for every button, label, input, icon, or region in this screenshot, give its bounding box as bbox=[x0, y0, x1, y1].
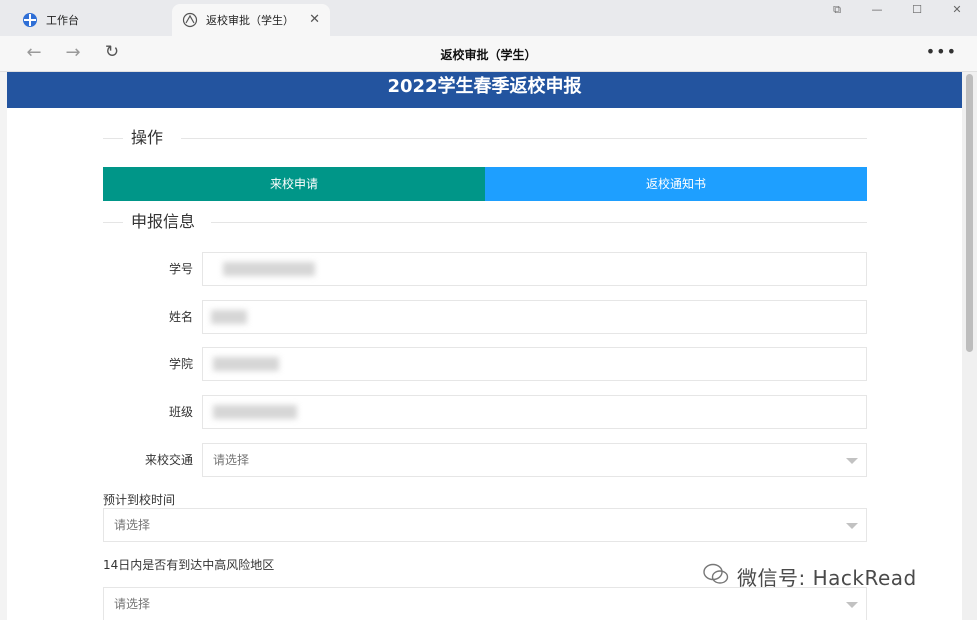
browser-toolbar: ← → ↻ 返校审批（学生） ••• bbox=[0, 36, 977, 72]
class-row: 班级 bbox=[103, 395, 867, 429]
browser-tab-strip: 工作台 返校审批（学生） ✕ ⧉ — ☐ ✕ bbox=[0, 0, 977, 36]
operations-heading: 操作 bbox=[131, 128, 164, 148]
class-label: 班级 bbox=[168, 405, 193, 419]
workbench-icon bbox=[22, 12, 38, 28]
legend-divider bbox=[103, 222, 123, 223]
return-notice-button[interactable]: 返校通知书 bbox=[485, 167, 867, 201]
more-options-icon[interactable]: ••• bbox=[926, 42, 957, 61]
name-label: 姓名 bbox=[168, 310, 193, 324]
risk-area-label: 14日内是否有到达中高风险地区 bbox=[103, 558, 275, 572]
arrival-time-select-value: 请选择 bbox=[114, 518, 151, 532]
window-controls: ⧉ — ☐ ✕ bbox=[817, 0, 977, 20]
transport-label: 来校交通 bbox=[144, 453, 193, 467]
watermark: 微信号: HackRead bbox=[703, 562, 917, 591]
action-buttons: 来校申请 返校通知书 bbox=[103, 167, 867, 201]
arrival-time-label: 预计到校时间 bbox=[103, 493, 176, 507]
info-section-legend: 申报信息 bbox=[103, 212, 867, 232]
tab-label: 工作台 bbox=[46, 14, 79, 27]
chevron-down-icon bbox=[846, 458, 858, 464]
legend-divider bbox=[181, 138, 867, 139]
info-heading: 申报信息 bbox=[131, 212, 196, 232]
college-label: 学院 bbox=[168, 357, 193, 371]
redacted-value bbox=[213, 405, 297, 419]
tab-workbench[interactable]: 工作台 bbox=[8, 4, 168, 36]
scrollbar-thumb[interactable] bbox=[966, 74, 973, 352]
arrival-time-select[interactable]: 请选择 bbox=[103, 508, 867, 542]
redacted-value bbox=[213, 357, 279, 371]
page-title: 返校审批（学生） bbox=[440, 48, 537, 62]
redacted-value bbox=[211, 310, 247, 324]
tab-label: 返校审批（学生） bbox=[206, 14, 294, 27]
transport-select[interactable]: 请选择 bbox=[202, 443, 867, 477]
apply-visit-button[interactable]: 来校申请 bbox=[103, 167, 485, 201]
risk-area-select[interactable]: 请选择 bbox=[103, 587, 867, 620]
operations-section-legend: 操作 bbox=[103, 128, 867, 148]
transport-row: 来校交通 请选择 bbox=[103, 443, 867, 477]
maximize-icon[interactable]: ☐ bbox=[897, 0, 937, 20]
student-id-row: 学号 bbox=[103, 252, 867, 286]
wechat-icon bbox=[703, 563, 729, 590]
legend-divider bbox=[103, 138, 123, 139]
chevron-down-icon bbox=[846, 602, 858, 608]
close-window-icon[interactable]: ✕ bbox=[937, 0, 977, 20]
app-logo-icon bbox=[182, 12, 198, 28]
watermark-text: 微信号: HackRead bbox=[737, 566, 917, 590]
tab-return-approval[interactable]: 返校审批（学生） ✕ bbox=[172, 4, 330, 36]
student-id-field[interactable] bbox=[202, 252, 867, 286]
restore-tab-icon[interactable]: ⧉ bbox=[817, 0, 857, 20]
college-field[interactable] bbox=[202, 347, 867, 381]
name-row: 姓名 bbox=[103, 300, 867, 334]
vertical-scrollbar[interactable] bbox=[962, 72, 977, 620]
banner-title: 2022学生春季返校申报 bbox=[7, 72, 962, 108]
college-row: 学院 bbox=[103, 347, 867, 381]
page-viewport: 2022学生春季返校申报 操作 来校申请 返校通知书 申报信息 学号 姓名 学院… bbox=[7, 72, 962, 620]
risk-area-select-value: 请选择 bbox=[114, 597, 151, 611]
minimize-icon[interactable]: — bbox=[857, 0, 897, 20]
student-id-label: 学号 bbox=[168, 262, 193, 276]
class-field[interactable] bbox=[202, 395, 867, 429]
close-icon[interactable]: ✕ bbox=[309, 12, 320, 27]
chevron-down-icon bbox=[846, 523, 858, 529]
legend-divider bbox=[211, 222, 867, 223]
name-field[interactable] bbox=[202, 300, 867, 334]
redacted-value bbox=[223, 262, 315, 276]
transport-select-value: 请选择 bbox=[213, 453, 250, 467]
